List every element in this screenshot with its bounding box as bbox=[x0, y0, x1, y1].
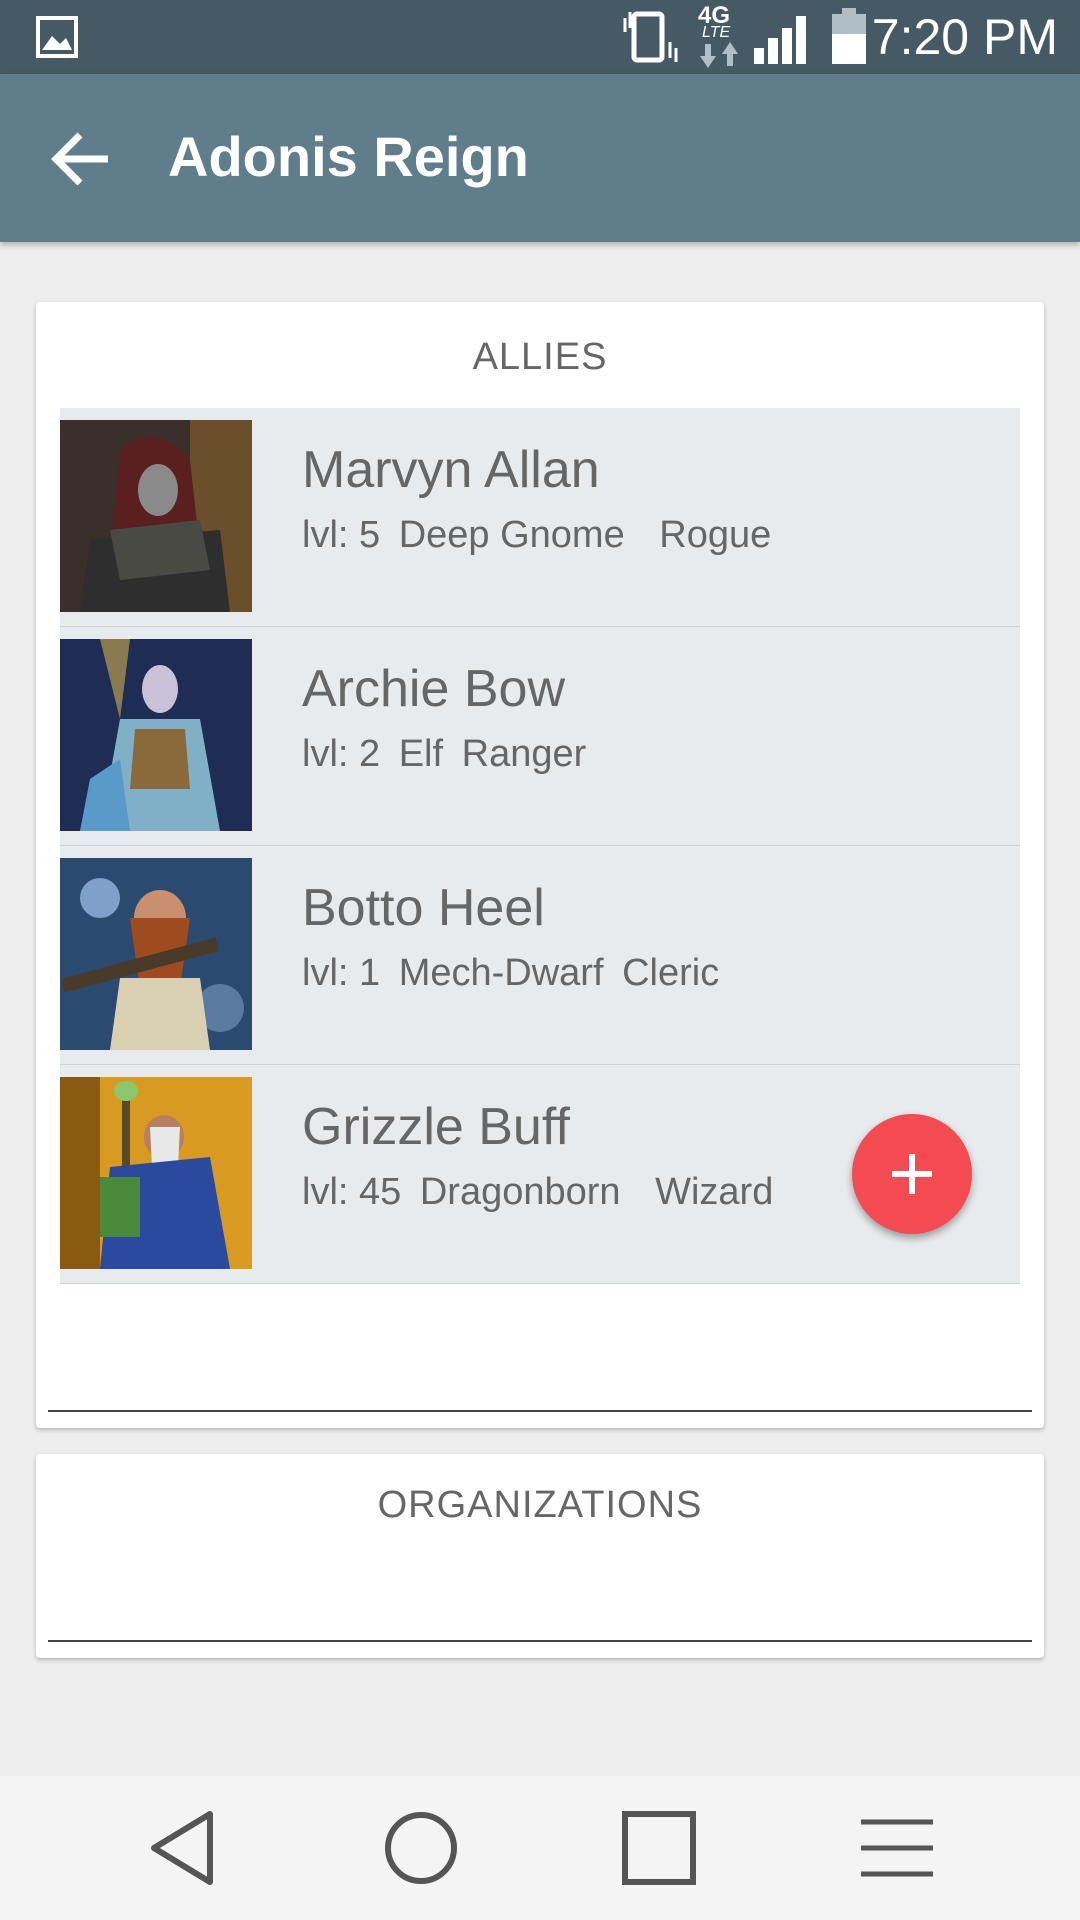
page-title: Adonis Reign bbox=[168, 125, 529, 188]
ally-race: Dragonborn bbox=[419, 1171, 621, 1213]
app-bar: Adonis Reign bbox=[0, 74, 1080, 242]
ally-name: Marvyn Allan bbox=[302, 441, 600, 499]
ally-class: Cleric bbox=[622, 952, 720, 994]
organizations-card: ORGANIZATIONS bbox=[36, 1454, 1044, 1658]
nav-menu-icon[interactable] bbox=[857, 1808, 937, 1888]
signal-icon bbox=[754, 16, 806, 64]
allies-heading: ALLIES bbox=[472, 336, 608, 378]
nav-recents-icon[interactable] bbox=[619, 1808, 699, 1888]
allies-card: ALLIES Marvyn Allan lvl: 5 Deep Gnome Ro… bbox=[36, 302, 1044, 1428]
ally-class: Ranger bbox=[461, 733, 587, 775]
ally-details: lvl: 2 Elf Ranger bbox=[302, 733, 594, 776]
ally-portrait bbox=[60, 420, 252, 612]
nav-home-icon[interactable] bbox=[381, 1808, 461, 1888]
vibrate-icon bbox=[623, 11, 678, 63]
battery-icon bbox=[832, 8, 866, 64]
ally-name: Archie Bow bbox=[302, 660, 565, 718]
ally-portrait bbox=[60, 858, 252, 1050]
gallery-icon bbox=[36, 16, 78, 58]
status-time: 7:20 PM bbox=[871, 9, 1058, 65]
ally-portrait bbox=[60, 1077, 252, 1269]
ally-name: Grizzle Buff bbox=[302, 1098, 570, 1156]
network-sub-label: LTE bbox=[702, 24, 731, 41]
ally-level: lvl: 45 bbox=[302, 1171, 402, 1213]
ally-details: lvl: 45 Dragonborn Wizard bbox=[302, 1171, 781, 1214]
ally-race: Mech-Dwarf bbox=[398, 952, 604, 994]
list-item[interactable]: Marvyn Allan lvl: 5 Deep Gnome Rogue bbox=[60, 408, 1020, 627]
status-bar: 4G LTE 7:20 PM bbox=[0, 0, 1080, 74]
card-divider bbox=[48, 1640, 1032, 1642]
ally-race: Elf bbox=[398, 733, 444, 775]
nav-back-icon[interactable] bbox=[144, 1808, 224, 1888]
ally-level: lvl: 2 bbox=[302, 733, 381, 775]
list-item[interactable]: Archie Bow lvl: 2 Elf Ranger bbox=[60, 627, 1020, 846]
ally-details: lvl: 5 Deep Gnome Rogue bbox=[302, 514, 779, 557]
ally-level: lvl: 5 bbox=[302, 514, 381, 556]
ally-class: Wizard bbox=[655, 1171, 774, 1213]
add-ally-button[interactable] bbox=[852, 1114, 972, 1234]
ally-class: Rogue bbox=[659, 514, 772, 556]
ally-level: lvl: 1 bbox=[302, 952, 381, 994]
ally-details: lvl: 1 Mech-Dwarf Cleric bbox=[302, 952, 727, 995]
network-4g-lte-icon: 4G LTE bbox=[696, 2, 742, 68]
card-divider bbox=[48, 1410, 1032, 1412]
arrow-back-icon[interactable] bbox=[44, 124, 124, 194]
ally-portrait bbox=[60, 639, 252, 831]
organizations-heading: ORGANIZATIONS bbox=[377, 1484, 703, 1526]
navigation-bar bbox=[0, 1776, 1080, 1920]
ally-race: Deep Gnome bbox=[398, 514, 625, 556]
plus-icon bbox=[892, 1154, 932, 1194]
ally-name: Botto Heel bbox=[302, 879, 545, 937]
list-item[interactable]: Botto Heel lvl: 1 Mech-Dwarf Cleric bbox=[60, 846, 1020, 1065]
